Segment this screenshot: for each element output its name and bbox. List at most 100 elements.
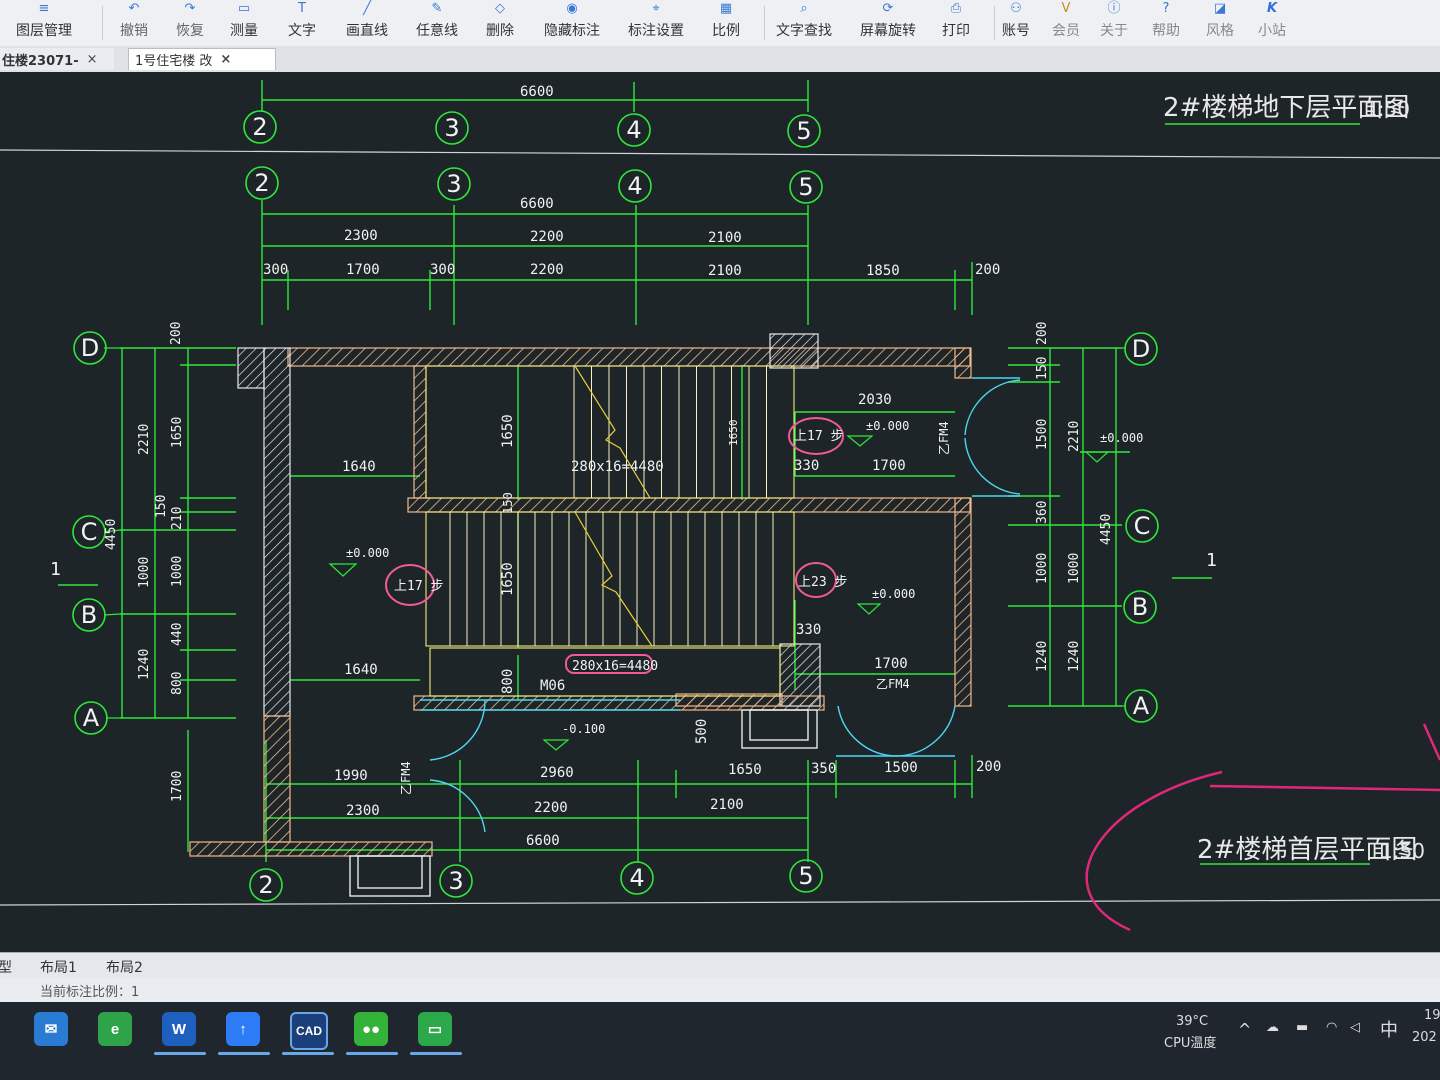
- cad-canvas[interactable]: 2 3 4 5 2 3 4 5 2 3 4 5 D C B A D C B A 6600 6600 2300 2200 210…: [0, 72, 1440, 952]
- toolbar-button-style[interactable]: ◪ 风格: [1198, 0, 1242, 46]
- dimension-text: 330: [796, 622, 821, 638]
- toolbar-separator: [994, 6, 995, 40]
- door-label: 乙FM4: [876, 677, 910, 691]
- dimension-text: 440: [170, 623, 185, 646]
- drawing-svg[interactable]: 2 3 4 5 2 3 4 5 2 3 4 5 D C B A D C B A 6600 6600 2300 2200 210…: [0, 72, 1440, 952]
- stair-up-label: 上23 步: [798, 575, 847, 590]
- dimension-text: 800: [500, 669, 516, 694]
- axis-label: A: [1133, 692, 1150, 720]
- dimension-text: 2030: [858, 392, 892, 408]
- section-mark: 1: [1206, 550, 1217, 571]
- toolbar-button-printer[interactable]: ⎙ 打印: [934, 0, 978, 46]
- layout-model-tab-fragment[interactable]: 型: [0, 957, 12, 977]
- toolbar-button-layers[interactable]: ≡ 图层管理: [8, 0, 80, 46]
- toolbar-button-k-logo[interactable]: K 小站: [1250, 0, 1294, 46]
- tray-chevron-icon[interactable]: ^: [1238, 1020, 1251, 1039]
- toolbar-button-eraser[interactable]: ◇ 删除: [478, 0, 522, 46]
- dimension-text: 1000: [137, 557, 152, 588]
- toolbar-button-label: 标注设置: [628, 23, 684, 39]
- dimension-text: 150: [154, 495, 169, 518]
- toolbar-button-dimension-settings[interactable]: ⌖ 标注设置: [620, 0, 692, 46]
- axis-label: 3: [446, 170, 461, 198]
- toolbar-button-info[interactable]: ⓘ 关于: [1092, 0, 1136, 46]
- dimension-text: 1000: [170, 556, 185, 587]
- toolbar-button-find-text[interactable]: ⌕ 文字查找: [768, 0, 840, 46]
- dimension-text: 300: [430, 262, 455, 278]
- browser-app-icon[interactable]: e: [98, 1012, 132, 1046]
- layout-tab-bar: 型 布局1 布局2: [0, 952, 1440, 979]
- layers-icon: ≡: [38, 1, 50, 16]
- tab-close-icon[interactable]: ×: [220, 52, 231, 67]
- eraser-icon: ◇: [495, 1, 505, 16]
- dimension-text: 1700: [872, 458, 906, 474]
- feishu-app-icon[interactable]: ↑: [226, 1012, 260, 1046]
- volume-icon[interactable]: ◁: [1350, 1020, 1360, 1035]
- dimension-text: 4450: [104, 519, 119, 550]
- dimension-text: 300: [263, 262, 288, 278]
- axis-label: 4: [626, 116, 641, 144]
- door-label: M06: [540, 678, 565, 694]
- os-taskbar: 39°C CPU温度 ^ ☁ ▬ ◠ ◁ 中 19 202 ✉ e W ↑ CAD ●● ▭: [0, 1002, 1440, 1080]
- toolbar-button-help[interactable]: ? 帮助: [1144, 0, 1188, 46]
- dimension-text: 200: [976, 759, 1001, 775]
- dimension-text: -0.100: [562, 722, 605, 736]
- dimension-settings-icon: ⌖: [652, 1, 660, 16]
- axis-label: A: [83, 704, 100, 732]
- axis-label: D: [81, 334, 99, 362]
- axis-label: 5: [798, 862, 813, 890]
- measure-icon: ▭: [237, 1, 251, 16]
- tab-document-2-label: 1号住宅楼 改: [135, 54, 213, 69]
- stair-up-label: 上17 步: [394, 579, 443, 594]
- toolbar-button-label: 帮助: [1152, 23, 1180, 39]
- toolbar-button-text[interactable]: T 文字: [280, 0, 324, 46]
- dimension-text: 500: [694, 719, 710, 744]
- tab-close-icon[interactable]: ×: [87, 52, 98, 67]
- clock-date[interactable]: 202: [1412, 1030, 1437, 1045]
- toolbar-button-label: 文字查找: [776, 23, 832, 39]
- toolbar-button-eye[interactable]: ◉ 隐藏标注: [536, 0, 608, 46]
- dimension-text: 1650: [500, 414, 516, 448]
- dimension-text: 2200: [530, 262, 564, 278]
- dimension-text: 1850: [866, 263, 900, 279]
- dimension-text: 200: [1035, 322, 1050, 345]
- dimension-text: 1700: [346, 262, 380, 278]
- running-indicator: [410, 1052, 462, 1055]
- dimension-text: 350: [811, 761, 836, 777]
- drawing-frame-line: [0, 149, 1440, 159]
- layout-tab-2[interactable]: 布局2: [106, 957, 143, 977]
- info-icon: ⓘ: [1107, 1, 1121, 16]
- word-app-icon[interactable]: W: [162, 1012, 196, 1046]
- toolbar-button-line[interactable]: ╱ 画直线: [338, 0, 396, 46]
- toolbar-button-measure[interactable]: ▭ 测量: [222, 0, 266, 46]
- wechat-app-icon[interactable]: ●●: [354, 1012, 388, 1046]
- toolbar-button-user[interactable]: ⚇ 账号: [994, 0, 1038, 46]
- dimension-text: 1240: [137, 649, 152, 680]
- toolbar-button-undo[interactable]: ↶ 撤销: [112, 0, 156, 46]
- axis-label: C: [81, 518, 98, 546]
- toolbar-button-rotate-screen[interactable]: ⟳ 屏幕旋转: [852, 0, 924, 46]
- toolbar-button-redo[interactable]: ↷ 恢复: [168, 0, 212, 46]
- ime-indicator[interactable]: 中: [1380, 1016, 1398, 1042]
- status-text: 当前标注比例：1: [40, 985, 140, 1000]
- layout-tab-1[interactable]: 布局1: [40, 957, 77, 977]
- axis-label: 4: [627, 172, 642, 200]
- cloud-icon[interactable]: ☁: [1266, 1020, 1279, 1035]
- tab-document-1[interactable]: 住楼23071- ×: [0, 48, 114, 70]
- dimension-text: 1650: [170, 417, 185, 448]
- axis-label: B: [81, 601, 97, 629]
- toolbar-button-scale[interactable]: ▦ 比例: [704, 0, 748, 46]
- cad-app-icon[interactable]: CAD: [290, 1012, 328, 1050]
- tab-document-2[interactable]: 1号住宅楼 改 ×: [128, 48, 276, 70]
- toolbar-button-label: 撤销: [120, 23, 148, 39]
- battery-icon[interactable]: ▬: [1296, 1020, 1308, 1035]
- remote-app-icon[interactable]: ▭: [418, 1012, 452, 1046]
- toolbar-button-freeline[interactable]: ✎ 任意线: [408, 0, 466, 46]
- wifi-icon[interactable]: ◠: [1326, 1020, 1337, 1035]
- dimension-text: 2100: [708, 263, 742, 279]
- toolbar-button-vip[interactable]: V 会员: [1044, 0, 1088, 46]
- status-bar: 当前标注比例：1: [0, 978, 1440, 1002]
- undo-icon: ↶: [128, 1, 140, 16]
- find-text-icon: ⌕: [800, 1, 808, 16]
- clock-time[interactable]: 19: [1424, 1008, 1440, 1023]
- mail-app-icon[interactable]: ✉: [34, 1012, 68, 1046]
